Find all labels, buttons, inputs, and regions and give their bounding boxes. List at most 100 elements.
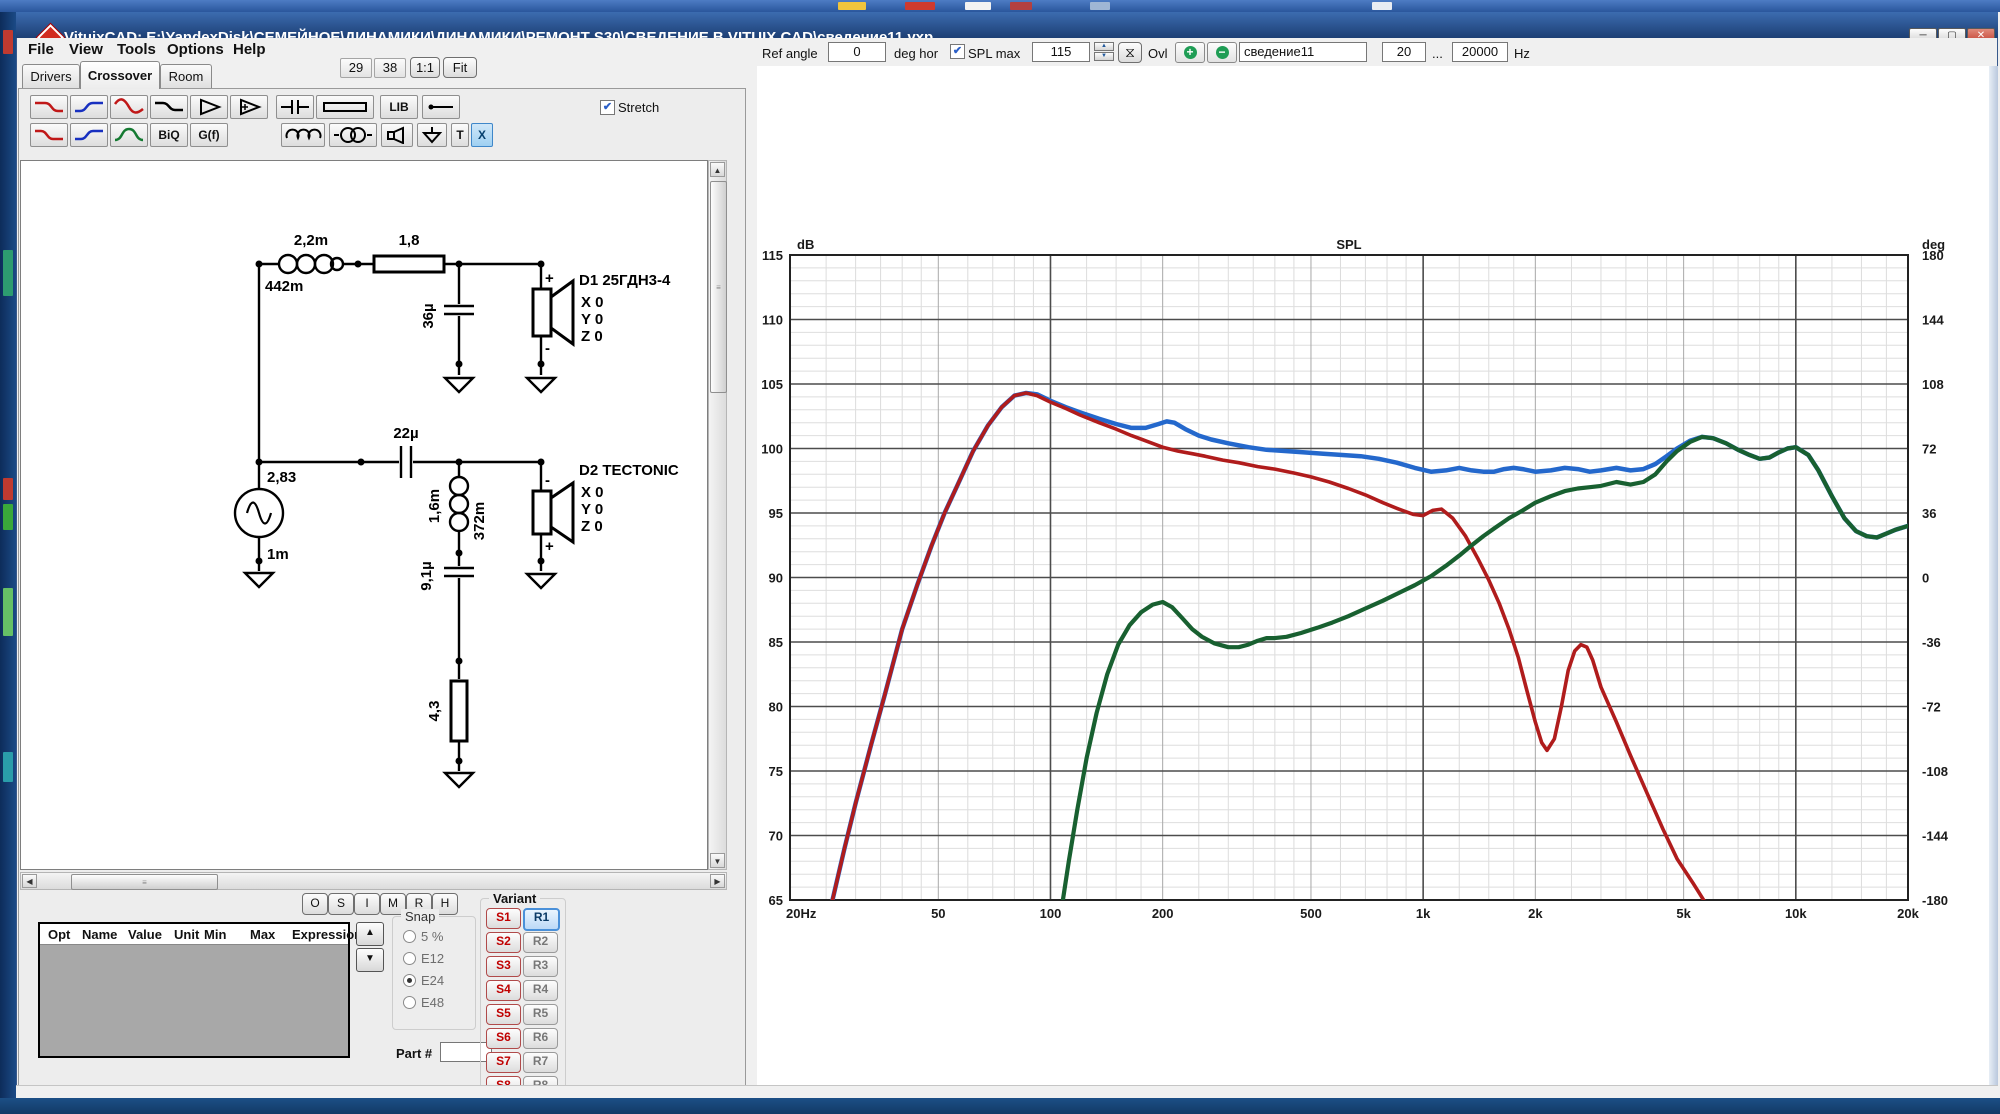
snap-option-e12[interactable]: E12	[403, 951, 444, 966]
overlay-add-button[interactable]: +	[1175, 42, 1205, 63]
variant-s2-button[interactable]: S2	[486, 932, 521, 953]
spl-max-spin-down[interactable]: ▼	[1094, 52, 1114, 61]
menu-help[interactable]: Help	[233, 41, 266, 58]
zoom-value-29[interactable]: 29	[340, 58, 372, 78]
variant-s3-button[interactable]: S3	[486, 956, 521, 977]
opamp-block-button[interactable]	[230, 95, 268, 119]
zoom-fit-button[interactable]: Fit	[443, 57, 477, 78]
move-up-button[interactable]: ▲	[356, 922, 384, 946]
biquad-button[interactable]: BiQ	[150, 123, 188, 147]
scroll-right-arrow[interactable]: ▶	[710, 874, 725, 888]
tab-room[interactable]: Room	[160, 64, 212, 89]
radio-icon[interactable]	[403, 952, 416, 965]
autoscale-button[interactable]: ⧖	[1118, 42, 1142, 63]
highpass-block-button[interactable]	[70, 95, 108, 119]
transformer-button[interactable]	[329, 123, 377, 147]
variant-r2-button[interactable]: R2	[523, 932, 558, 953]
spl-max-spin-up[interactable]: ▲	[1094, 42, 1114, 51]
menu-options[interactable]: Options	[167, 41, 224, 58]
screen: VituixCAD: E:\YandexDisk\СЕМЕЙНОЕ\ДИНАМИ…	[0, 0, 2000, 1114]
scroll-down-arrow[interactable]: ▼	[710, 853, 725, 868]
opamp-icon	[233, 98, 265, 116]
lowpass-block-button[interactable]	[30, 95, 68, 119]
schematic-canvas[interactable]: 2,2m 442m 1,8 36µ + - D1 25ГДН3-4 X 0 Y …	[20, 160, 708, 870]
statusbar	[16, 1085, 1998, 1098]
zoom-value-38[interactable]: 38	[374, 58, 406, 78]
variant-s7-button[interactable]: S7	[486, 1052, 521, 1073]
mode-button-s[interactable]: S	[328, 893, 354, 915]
capacitor-button[interactable]	[276, 95, 314, 119]
variant-r3-button[interactable]: R3	[523, 956, 558, 977]
svg-text:500: 500	[1300, 906, 1322, 921]
variant-r7-button[interactable]: R7	[523, 1052, 558, 1073]
shelf-block-button[interactable]	[150, 95, 188, 119]
overlay-name-input[interactable]: сведение11	[1239, 42, 1367, 62]
spl-chart: 65707580859095100105110115dB180144108723…	[757, 66, 1989, 1086]
titlebar[interactable]: VituixCAD: E:\YandexDisk\СЕМЕЙНОЕ\ДИНАМИ…	[16, 12, 1998, 38]
hscroll-thumb[interactable]: ≡	[71, 874, 218, 890]
svg-text:90: 90	[769, 571, 783, 586]
component-table[interactable]: Opt Name Value Unit Min Max Expression	[38, 922, 350, 1058]
variant-s1-button[interactable]: S1	[486, 908, 521, 929]
spl-max-checkbox[interactable]: ✔	[950, 44, 965, 59]
window-right-border	[1989, 66, 1998, 1086]
freq-max-input[interactable]: 20000	[1452, 42, 1508, 62]
radio-icon-selected[interactable]	[403, 974, 416, 987]
bandpass-icon	[113, 98, 145, 116]
snap-option-5pct[interactable]: 5 %	[403, 929, 443, 944]
text-tool-button[interactable]: T	[451, 123, 469, 147]
delete-tool-button[interactable]: X	[471, 123, 493, 147]
driver1-name-label: D1 25ГДН3-4	[579, 272, 671, 289]
variant-r4-button[interactable]: R4	[523, 980, 558, 1001]
freq-min-input[interactable]: 20	[1382, 42, 1426, 62]
mode-button-i[interactable]: I	[354, 893, 380, 915]
resistor-button[interactable]	[316, 95, 374, 119]
radio-icon[interactable]	[403, 996, 416, 1009]
zoom-1-1-button[interactable]: 1:1	[410, 57, 440, 78]
move-down-button[interactable]: ▼	[356, 948, 384, 972]
library-button[interactable]: LIB	[380, 95, 418, 119]
menu-file[interactable]: File	[28, 41, 54, 58]
peak-block-button[interactable]	[110, 123, 148, 147]
spl-max-input[interactable]: 115	[1032, 42, 1090, 62]
tab-drivers[interactable]: Drivers	[22, 64, 80, 89]
variant-r5-button[interactable]: R5	[523, 1004, 558, 1025]
hz-label: Hz	[1514, 46, 1530, 61]
variant-r1-button[interactable]: R1	[523, 908, 560, 931]
ground-button[interactable]	[417, 123, 447, 147]
wire-button[interactable]	[422, 95, 460, 119]
variant-r6-button[interactable]: R6	[523, 1028, 558, 1049]
buffer-block-button[interactable]	[190, 95, 228, 119]
radio-icon[interactable]	[403, 930, 416, 943]
variant-s6-button[interactable]: S6	[486, 1028, 521, 1049]
desktop-icon	[3, 752, 13, 782]
desktop-left-strip	[0, 12, 16, 1114]
menu-view[interactable]: View	[69, 41, 103, 58]
svg-text:72: 72	[1922, 442, 1936, 457]
variant-s5-button[interactable]: S5	[486, 1004, 521, 1025]
speaker-button[interactable]	[381, 123, 413, 147]
snap-option-e24[interactable]: E24	[403, 973, 444, 988]
svg-text:20Hz: 20Hz	[786, 906, 817, 921]
lowshelf-block-button[interactable]	[30, 123, 68, 147]
schematic-hscrollbar[interactable]: ◀ ≡ ▶	[20, 872, 727, 890]
snap-option-e48[interactable]: E48	[403, 995, 444, 1010]
ref-angle-input[interactable]: 0	[828, 42, 886, 62]
highshelf-block-button[interactable]	[70, 123, 108, 147]
vscroll-thumb[interactable]: ≡	[710, 181, 727, 393]
menu-tools[interactable]: Tools	[117, 41, 156, 58]
schematic-vscrollbar[interactable]: ▲ ≡ ▼	[708, 160, 727, 870]
stretch-checkbox[interactable]: ✔	[600, 100, 615, 115]
os-taskbar[interactable]	[0, 1098, 2000, 1114]
d1-plus-label: +	[545, 270, 554, 287]
inductor-button[interactable]	[281, 123, 325, 147]
svg-text:10k: 10k	[1785, 906, 1807, 921]
overlay-remove-button[interactable]: −	[1207, 42, 1237, 63]
scroll-up-arrow[interactable]: ▲	[710, 162, 725, 177]
scroll-left-arrow[interactable]: ◀	[22, 874, 37, 888]
bandpass-block-button[interactable]	[110, 95, 148, 119]
transfer-function-button[interactable]: G(f)	[190, 123, 228, 147]
variant-s4-button[interactable]: S4	[486, 980, 521, 1001]
mode-button-o[interactable]: O	[302, 893, 328, 915]
tab-crossover[interactable]: Crossover	[80, 61, 160, 89]
